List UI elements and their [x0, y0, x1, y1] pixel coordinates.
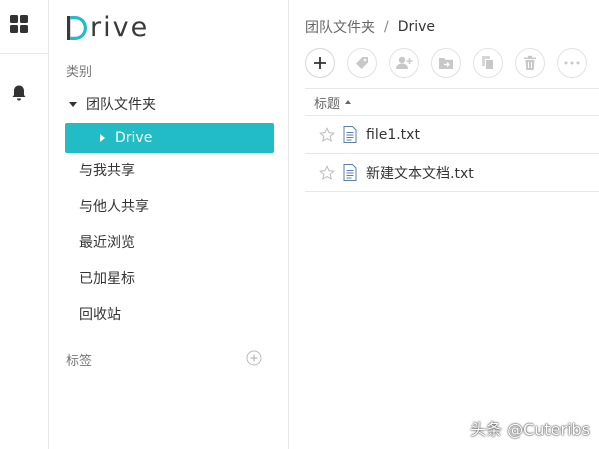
caret-right-icon[interactable] [100, 134, 105, 142]
caret-down-icon[interactable] [69, 101, 77, 107]
add-user-icon [396, 56, 413, 69]
sort-asc-icon[interactable] [345, 100, 352, 104]
file-name[interactable]: file1.txt [366, 127, 420, 143]
delete-button[interactable] [515, 48, 545, 78]
rail-divider [0, 53, 48, 54]
tag-button[interactable] [347, 48, 377, 78]
bell-icon[interactable] [10, 84, 28, 102]
tree-item-drive[interactable]: Drive [65, 123, 274, 153]
watermark: 头条 @Cuteribs [470, 420, 591, 439]
drive-logo-d [67, 16, 87, 40]
sidebar: rive 类别 团队文件夹 Drive 与我共享 与他人共享 最近浏览 已加星标… [49, 0, 289, 449]
breadcrumb: 团队文件夹 / Drive [305, 17, 435, 37]
add-icon [314, 57, 326, 69]
move-folder-button[interactable] [431, 48, 461, 78]
nav-trash[interactable]: 回收站 [79, 304, 121, 326]
tree-item-label: 团队文件夹 [86, 97, 156, 113]
copy-icon [482, 56, 494, 70]
add-user-button[interactable] [389, 48, 419, 78]
main-panel: 团队文件夹 / Drive 标题 file1.txt 新建文本文档.txt [289, 0, 599, 449]
more-button[interactable] [557, 48, 587, 78]
add-tag-icon[interactable] [246, 350, 262, 366]
text-file-icon [343, 126, 357, 143]
breadcrumb-separator: / [384, 19, 389, 35]
move-folder-icon [439, 58, 453, 69]
star-icon[interactable] [319, 164, 335, 181]
nav-starred[interactable]: 已加星标 [79, 268, 135, 290]
apps-icon[interactable] [10, 15, 28, 33]
file-name[interactable]: 新建文本文档.txt [366, 163, 474, 183]
table-header[interactable]: 标题 [305, 88, 599, 116]
table-row[interactable]: file1.txt [305, 116, 599, 154]
star-icon[interactable] [319, 126, 335, 143]
category-label: 类别 [66, 65, 93, 80]
breadcrumb-current: Drive [397, 19, 436, 35]
nav-recent[interactable]: 最近浏览 [79, 232, 135, 254]
nav-shared-with-others[interactable]: 与他人共享 [79, 196, 149, 218]
icon-rail [0, 0, 49, 449]
tree-item-label: Drive [115, 130, 153, 146]
tag-icon [356, 57, 368, 69]
column-title[interactable]: 标题 [314, 93, 340, 112]
nav-shared-with-me[interactable]: 与我共享 [79, 160, 135, 182]
tree-item-team-folder[interactable]: 团队文件夹 [69, 93, 156, 115]
breadcrumb-parent[interactable]: 团队文件夹 [305, 17, 375, 37]
table-row[interactable]: 新建文本文档.txt [305, 154, 599, 192]
text-file-icon [343, 164, 357, 181]
add-button[interactable] [305, 48, 335, 78]
delete-icon [524, 55, 536, 70]
more-icon [564, 61, 580, 65]
tags-label: 标签 [66, 354, 93, 369]
logo-text: rive [90, 12, 150, 43]
drive-logo: rive [65, 11, 149, 45]
toolbar [305, 48, 599, 78]
copy-button[interactable] [473, 48, 503, 78]
